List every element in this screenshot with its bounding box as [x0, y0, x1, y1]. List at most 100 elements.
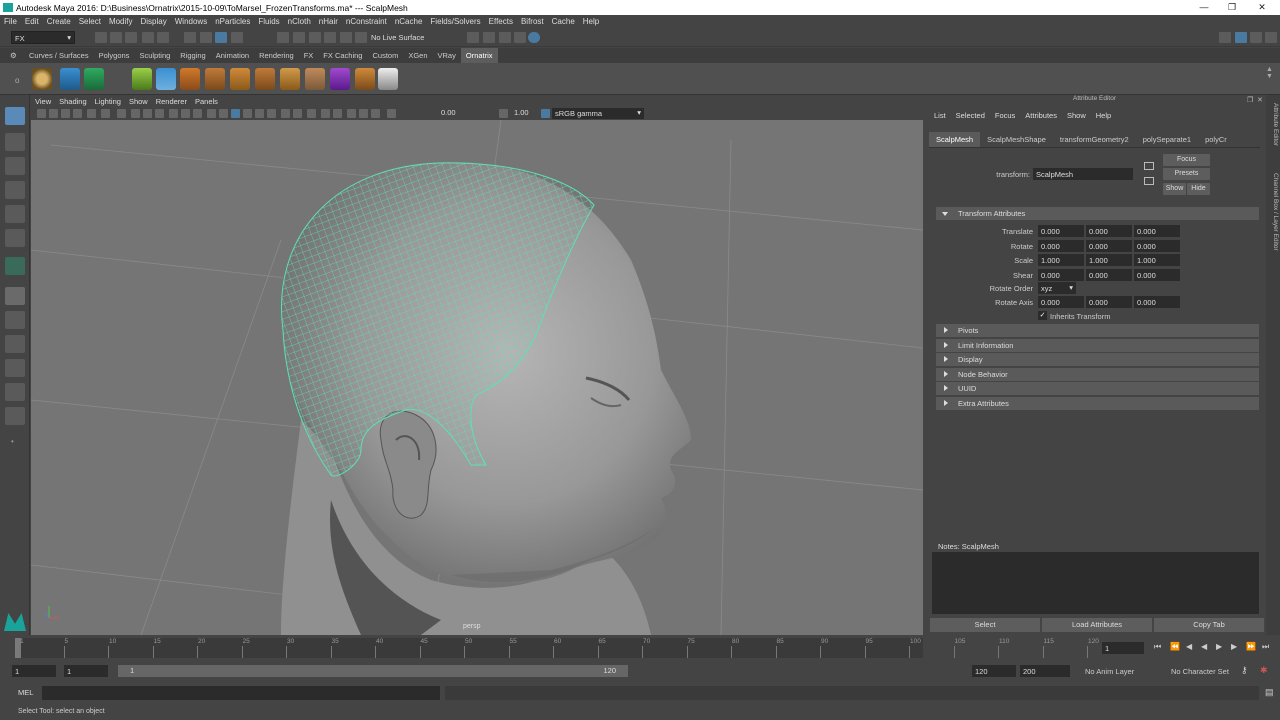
persp-outliner-layout-icon[interactable]: [5, 335, 25, 353]
braid-icon[interactable]: [330, 68, 350, 90]
isolate-select-icon[interactable]: [333, 109, 342, 118]
rotate-tool-icon[interactable]: [5, 205, 25, 223]
shelf-tab-animation[interactable]: Animation: [211, 48, 254, 63]
menu-modify[interactable]: Modify: [105, 15, 137, 26]
select-button[interactable]: Select: [930, 618, 1040, 632]
bookmarks-icon[interactable]: [61, 109, 70, 118]
snap-point-icon[interactable]: [309, 32, 321, 43]
mesh-from-strands-icon[interactable]: [355, 68, 375, 90]
focus-button[interactable]: Focus: [1163, 154, 1210, 166]
section-pivots[interactable]: Pivots: [936, 324, 1259, 337]
character-set-dropdown[interactable]: No Character Set: [1171, 667, 1229, 676]
menu-fluids[interactable]: Fluids: [254, 15, 283, 26]
rotate-y-field[interactable]: 0.000: [1086, 239, 1132, 252]
snap-curve-icon[interactable]: [293, 32, 305, 43]
inherits-transform-checkbox[interactable]: ✓: [1038, 311, 1047, 320]
hair-clump-icon[interactable]: [156, 68, 176, 90]
ae-tab-transformgeometry2[interactable]: transformGeometry2: [1053, 132, 1136, 147]
shelf-tab-sculpting[interactable]: Sculpting: [134, 48, 175, 63]
grease-pencil-icon[interactable]: [101, 109, 110, 118]
xray-joints-icon[interactable]: [371, 109, 380, 118]
float-panel-icon[interactable]: ❐: [1247, 96, 1253, 104]
snap-surface-icon[interactable]: [340, 32, 352, 43]
grid-icon[interactable]: [117, 109, 126, 118]
menu-select[interactable]: Select: [75, 15, 105, 26]
time-slider[interactable]: 1 5 10 15 20 25 30 35 40 45 50 55 60 65 70 75 80 85 90 95 10…: [0, 636, 1280, 660]
ground-strands-icon[interactable]: [132, 68, 152, 90]
menu-nconstraint[interactable]: nConstraint: [342, 15, 391, 26]
wireframe-on-shaded-icon[interactable]: [231, 109, 240, 118]
use-all-lights-icon[interactable]: [255, 109, 264, 118]
ae-menu-focus[interactable]: Focus: [990, 109, 1020, 122]
playback-start-field[interactable]: 1: [64, 665, 108, 677]
menu-file[interactable]: File: [0, 15, 21, 26]
film-gate-icon[interactable]: [131, 109, 140, 118]
undo-icon[interactable]: [142, 32, 154, 43]
ae-menu-list[interactable]: List: [929, 109, 951, 122]
animation-start-field[interactable]: 1: [12, 665, 56, 677]
shelf-tab-vray[interactable]: VRay: [433, 48, 461, 63]
rotate-x-field[interactable]: 0.000: [1038, 239, 1084, 252]
screen-space-ao-icon[interactable]: [281, 109, 290, 118]
playback-end-field[interactable]: 120: [972, 665, 1016, 677]
xray-active-icon[interactable]: [359, 109, 368, 118]
script-editor-icon[interactable]: ▤: [1265, 687, 1274, 698]
attribute-editor-side-tab[interactable]: Attribute Editor: [1267, 103, 1279, 173]
menu-nparticles[interactable]: nParticles: [211, 15, 254, 26]
ae-tab-scalpmesh[interactable]: ScalpMesh: [929, 132, 981, 147]
scale-tool-icon[interactable]: [5, 229, 25, 247]
perspective-viewport[interactable]: persp: [31, 120, 923, 635]
open-scene-icon[interactable]: [110, 32, 122, 43]
menu-ncloth[interactable]: nCloth: [284, 15, 315, 26]
frizz-icon[interactable]: [205, 68, 225, 90]
menu-create[interactable]: Create: [43, 15, 75, 26]
section-transform-attributes[interactable]: Transform Attributes: [936, 207, 1259, 220]
four-view-layout-icon[interactable]: [5, 311, 25, 329]
shelf-tab-curves-surfaces[interactable]: Curves / Surfaces: [24, 48, 94, 63]
shelf-tab-rendering[interactable]: Rendering: [254, 48, 299, 63]
last-tool-icon[interactable]: [5, 257, 25, 275]
length-icon[interactable]: [255, 68, 275, 90]
rotate-axis-z-field[interactable]: 0.000: [1134, 296, 1180, 308]
ae-tab-scalpmeshshape[interactable]: ScalpMeshShape: [980, 132, 1053, 147]
safe-action-icon[interactable]: [181, 109, 190, 118]
presets-button[interactable]: Presets: [1163, 168, 1210, 180]
gravity-icon[interactable]: [230, 68, 250, 90]
translate-y-field[interactable]: 0.000: [1086, 225, 1132, 237]
menu-cache[interactable]: Cache: [548, 15, 579, 26]
rotate-axis-y-field[interactable]: 0.000: [1086, 296, 1132, 308]
menuset-dropdown[interactable]: FX ▾: [11, 31, 75, 44]
step-forward-frame-icon[interactable]: ▶: [1231, 642, 1237, 651]
rotate-axis-x-field[interactable]: 0.000: [1038, 296, 1084, 308]
menu-nhair[interactable]: nHair: [315, 15, 342, 26]
snap-vertex-icon[interactable]: [355, 32, 367, 43]
rotate-z-field[interactable]: 0.000: [1134, 239, 1180, 252]
render-view-icon[interactable]: [528, 32, 540, 43]
ae-tab-polyseparate1[interactable]: polySeparate1: [1136, 132, 1198, 147]
save-scene-icon[interactable]: [125, 32, 137, 43]
scale-x-field[interactable]: 1.000: [1038, 254, 1084, 267]
anim-layer-dropdown[interactable]: No Anim Layer: [1085, 667, 1134, 676]
section-limit-information[interactable]: Limit Information: [936, 338, 1259, 352]
go-to-start-icon[interactable]: ⏮: [1154, 642, 1161, 652]
redo-icon[interactable]: [157, 32, 169, 43]
output-node-icon[interactable]: [1144, 177, 1154, 185]
menu-ncache[interactable]: nCache: [391, 15, 427, 26]
toolbox-more-icon[interactable]: •: [11, 437, 14, 446]
smooth-shade-icon[interactable]: [219, 109, 228, 118]
ipr-render-icon[interactable]: [483, 32, 495, 43]
surface-comb-icon[interactable]: [378, 68, 398, 90]
guides-from-mesh-icon[interactable]: [60, 68, 80, 90]
shelf-tab-fx-caching[interactable]: FX Caching: [318, 48, 367, 63]
shelf-tab-fx[interactable]: FX: [299, 48, 319, 63]
new-scene-icon[interactable]: [95, 32, 107, 43]
shelf-tab-polygons[interactable]: Polygons: [94, 48, 135, 63]
select-tool-icon[interactable]: [5, 107, 25, 125]
shear-x-field[interactable]: 0.000: [1038, 268, 1084, 281]
render-settings-icon[interactable]: [499, 32, 511, 43]
shelf-menu-icon[interactable]: o: [15, 76, 19, 85]
selection-mask-icon[interactable]: [231, 32, 243, 43]
shelf-tab-xgen[interactable]: XGen: [403, 48, 432, 63]
scatter-icon[interactable]: [305, 68, 325, 90]
notes-textarea[interactable]: [932, 552, 1259, 614]
